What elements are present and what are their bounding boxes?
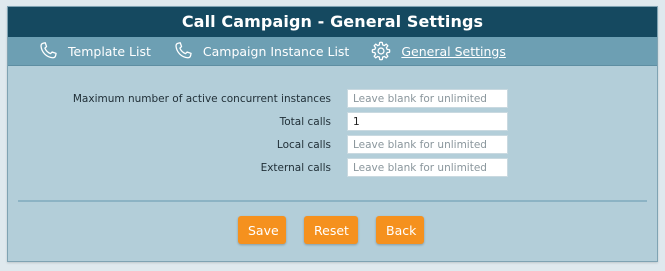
local-calls-label: Local calls xyxy=(276,139,331,151)
nav-item-label: Template List xyxy=(68,43,151,59)
nav-item-label: Campaign Instance List xyxy=(202,43,350,59)
phone-icon xyxy=(171,40,195,62)
save-button[interactable]: Save xyxy=(238,216,286,244)
back-button[interactable]: Back xyxy=(376,216,424,244)
settings-form: Maximum number of active concurrent inst… xyxy=(8,89,657,181)
max-instances-label: Maximum number of active concurrent inst… xyxy=(72,93,331,105)
nav-bar: Template List Campaign Instance List Gen… xyxy=(8,37,657,66)
total-calls-label: Total calls xyxy=(279,116,331,128)
gear-icon xyxy=(369,40,393,62)
window-title: Call Campaign - General Settings xyxy=(8,7,657,37)
form-row-total-calls: Total calls xyxy=(8,112,657,135)
local-calls-input[interactable] xyxy=(347,135,508,154)
form-row-max-instances: Maximum number of active concurrent inst… xyxy=(8,89,657,112)
nav-item-template-list[interactable]: Template List xyxy=(36,40,151,62)
form-row-local-calls: Local calls xyxy=(8,135,657,158)
external-calls-label: External calls xyxy=(260,162,331,174)
settings-window: Call Campaign - General Settings Templat… xyxy=(7,6,658,262)
total-calls-input[interactable] xyxy=(347,112,508,131)
nav-item-label: General Settings xyxy=(401,43,506,59)
button-group: Save Reset Back xyxy=(238,216,442,244)
nav-item-campaign-instance-list[interactable]: Campaign Instance List xyxy=(171,40,349,62)
divider xyxy=(18,200,647,202)
external-calls-input[interactable] xyxy=(347,158,508,177)
nav-item-general-settings[interactable]: General Settings xyxy=(369,40,506,62)
max-instances-input[interactable] xyxy=(347,89,508,108)
form-row-external-calls: External calls xyxy=(8,158,657,181)
reset-button[interactable]: Reset xyxy=(304,216,358,244)
phone-icon xyxy=(36,40,60,62)
